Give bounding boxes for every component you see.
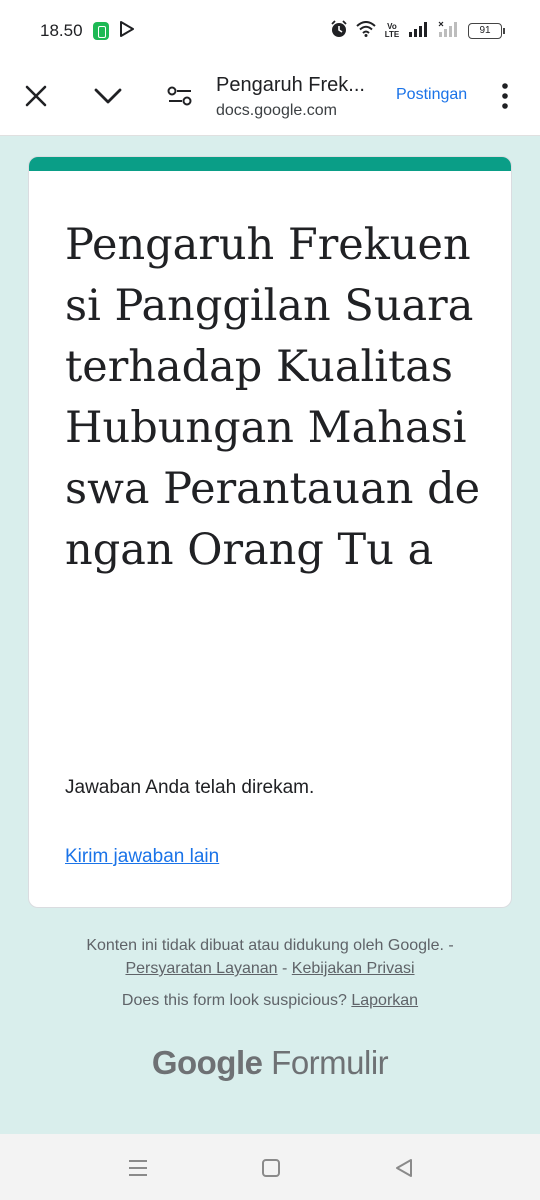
site-settings-button[interactable] (160, 76, 200, 116)
card-accent-bar (29, 157, 511, 171)
home-square-icon (262, 1159, 280, 1177)
terms-link[interactable]: Persyaratan Layanan (125, 960, 277, 977)
status-left: 18.50 (40, 20, 135, 43)
status-bar: 18.50 Vo LTE 91 (0, 0, 540, 62)
tune-icon (167, 86, 192, 106)
battery-indicator: 91 (468, 23, 505, 39)
form-card: Pengaruh Frekuensi Panggilan Suara terha… (28, 156, 512, 908)
more-vert-icon (502, 83, 508, 109)
browser-toolbar: Pengaruh Frek... docs.google.com Posting… (0, 62, 540, 136)
signal-icon (408, 21, 430, 42)
close-button[interactable] (16, 76, 56, 116)
phone-app-icon (92, 22, 109, 40)
status-time: 18.50 (40, 21, 83, 40)
wifi-icon (356, 20, 376, 42)
privacy-link[interactable]: Kebijakan Privasi (292, 960, 415, 977)
play-store-icon (119, 20, 135, 43)
report-question: Does this form look suspicious? (121, 992, 347, 1009)
volte-icon: Vo LTE (384, 22, 400, 39)
confirmation-message: Jawaban Anda telah direkam. (65, 777, 315, 798)
logo-forms: Formulir (271, 1044, 389, 1081)
home-button[interactable] (256, 1154, 286, 1182)
alarm-icon (330, 19, 348, 43)
submit-another-link[interactable]: Kirim jawaban lain (65, 846, 219, 868)
google-forms-logo[interactable]: Google Formulir (0, 1044, 540, 1082)
disclaimer-text: Konten ini tidak dibuat atau didukung ol… (86, 937, 454, 954)
recent-apps-button[interactable] (123, 1154, 153, 1182)
chevron-down-icon (94, 88, 122, 104)
logo-google: Google (151, 1044, 263, 1081)
report-row: Does this form look suspicious? Laporkan (0, 992, 540, 1010)
back-triangle-icon (396, 1159, 412, 1177)
signal-empty-icon (438, 21, 460, 42)
back-button[interactable] (389, 1154, 419, 1182)
more-options-button[interactable] (490, 76, 520, 116)
form-title: Pengaruh Frekuensi Panggilan Suara terha… (65, 220, 481, 575)
system-nav-bar (0, 1134, 540, 1200)
status-right: Vo LTE 91 (330, 19, 505, 43)
minimize-button[interactable] (88, 76, 128, 116)
footer-links: Persyaratan Layanan - Kebijakan Privasi (0, 957, 540, 980)
page-url: docs.google.com (216, 102, 337, 119)
page-title: Pengaruh Frek... (216, 74, 365, 96)
close-icon (25, 85, 47, 107)
page-info[interactable]: Pengaruh Frek... docs.google.com (216, 72, 391, 122)
menu-icon (129, 1160, 147, 1176)
footer-disclaimer: Konten ini tidak dibuat atau didukung ol… (0, 934, 540, 980)
post-button[interactable]: Postingan (396, 86, 467, 104)
report-link[interactable]: Laporkan (351, 992, 418, 1009)
footer-separator: - (282, 960, 288, 977)
